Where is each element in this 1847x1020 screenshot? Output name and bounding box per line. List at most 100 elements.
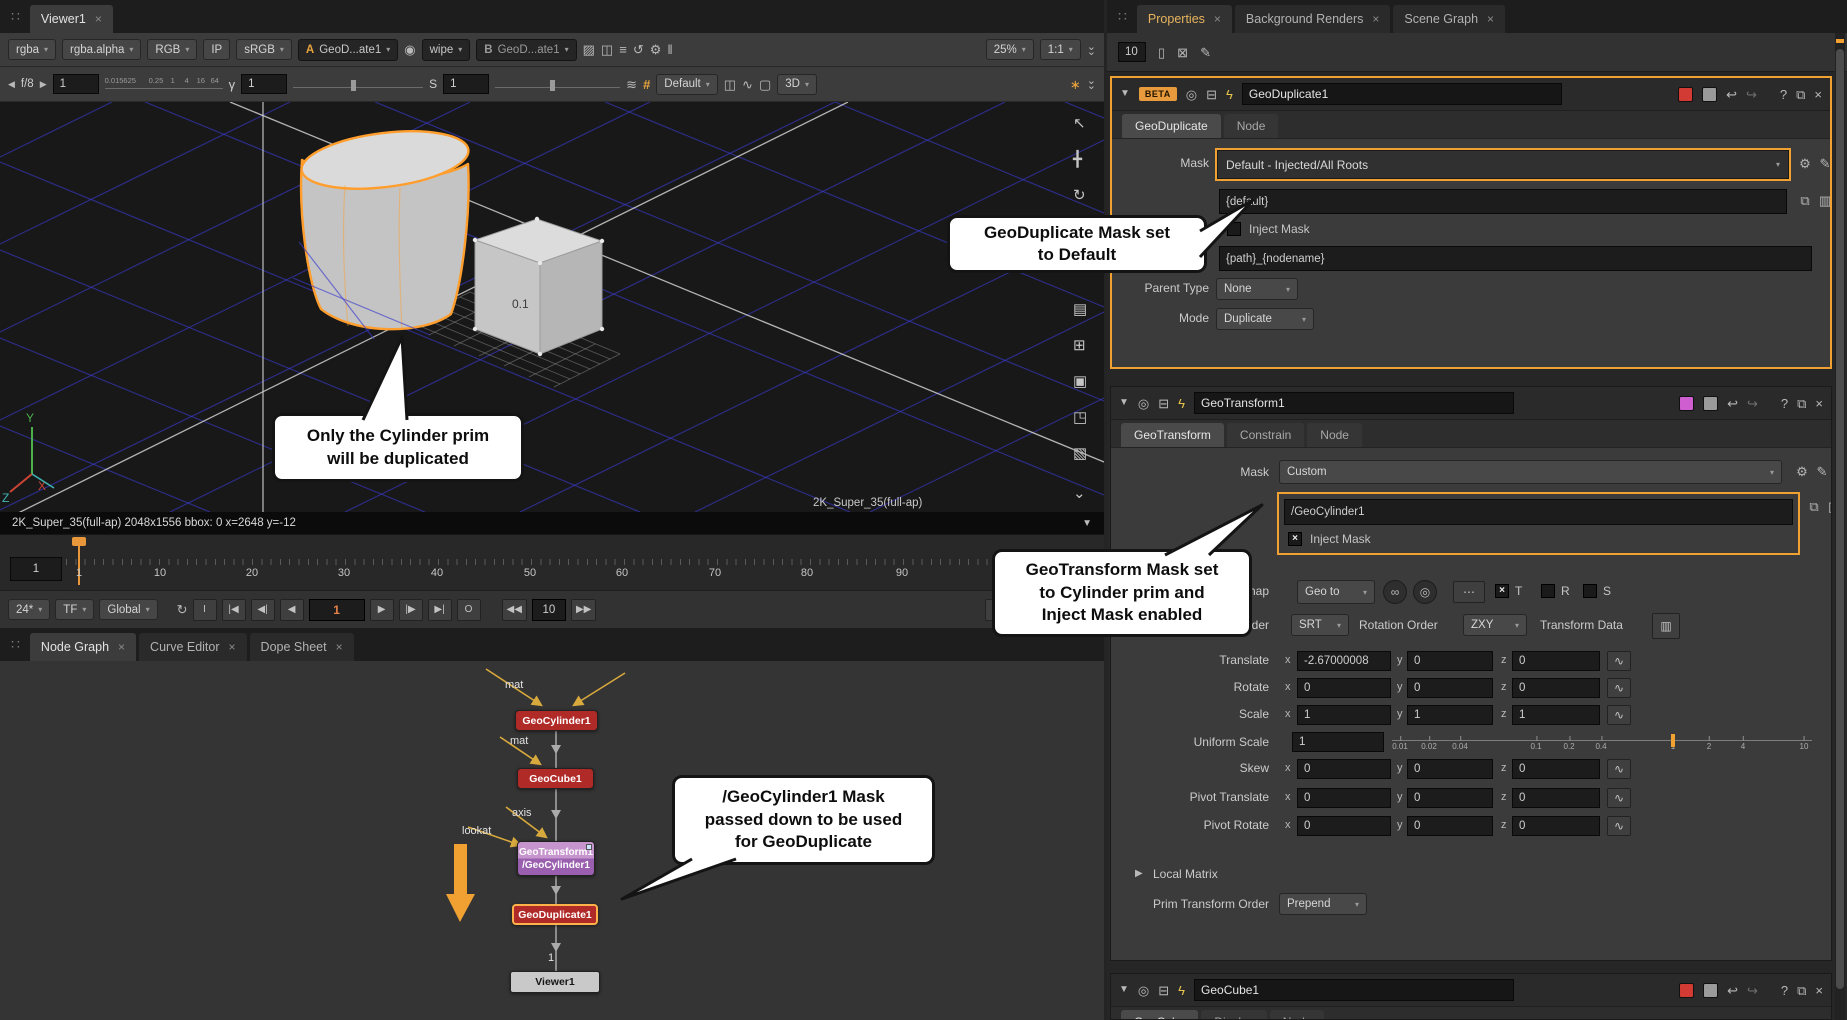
animation-curve-icon[interactable]: ∿ bbox=[1607, 816, 1631, 836]
close-icon[interactable]: × bbox=[1372, 12, 1379, 26]
node-viewer1[interactable]: Viewer1 bbox=[510, 971, 600, 993]
more-tools-icon[interactable]: ⌄ bbox=[1073, 486, 1086, 501]
unlock-icon[interactable]: ▯ bbox=[1158, 46, 1165, 59]
display-channels-dropdown[interactable]: RGB▾ bbox=[147, 39, 197, 60]
tab-node[interactable]: Node bbox=[1307, 423, 1362, 447]
local-matrix-expand-icon[interactable]: ▶ bbox=[1135, 869, 1143, 879]
grid-toggle-icon[interactable]: # bbox=[643, 78, 650, 91]
uniform-scale-slider[interactable]: 0.01 0.02 0.04 0.1 0.2 0.4 1 2 4 10 bbox=[1392, 731, 1812, 755]
node-name-field[interactable] bbox=[1194, 392, 1514, 414]
expression-icon[interactable]: ϟ bbox=[1178, 397, 1185, 410]
close-all-panels-icon[interactable]: ⊠ bbox=[1177, 46, 1188, 59]
help-icon[interactable]: ? bbox=[1781, 984, 1788, 997]
goto-start-button[interactable]: |◀ bbox=[222, 599, 246, 621]
pane-menu-icon[interactable]: ∷ bbox=[11, 8, 20, 25]
expression-icon[interactable]: ϟ bbox=[1178, 984, 1185, 997]
pivot-translate-x-input[interactable] bbox=[1297, 788, 1391, 808]
rotate-x-input[interactable] bbox=[1297, 678, 1391, 698]
float-panel-icon[interactable]: ⧉ bbox=[1797, 984, 1806, 997]
current-frame-display[interactable]: 1 bbox=[309, 599, 365, 621]
view-mode-dropdown[interactable]: 3D▾ bbox=[777, 74, 817, 95]
split-view-icon[interactable]: ◫ bbox=[601, 43, 613, 56]
input-process-toggle[interactable]: IP bbox=[203, 39, 230, 60]
skew-y-input[interactable] bbox=[1407, 759, 1493, 779]
next-stop-icon[interactable]: ▶ bbox=[40, 80, 47, 89]
gl-color-swatch[interactable] bbox=[1703, 983, 1718, 998]
gamma-input[interactable] bbox=[241, 74, 287, 94]
grid-display-icon[interactable]: ⊞ bbox=[1073, 338, 1086, 353]
scale-z-input[interactable] bbox=[1512, 705, 1600, 725]
pivot-translate-z-input[interactable] bbox=[1512, 788, 1600, 808]
info-dropdown-icon[interactable]: ▼ bbox=[1082, 518, 1092, 529]
cylinder-object[interactable] bbox=[298, 123, 471, 330]
saturation-slider[interactable] bbox=[495, 74, 620, 94]
pan-icon[interactable]: ╋ bbox=[1073, 152, 1082, 167]
copy-icon[interactable]: ⧉ bbox=[1805, 498, 1823, 516]
properties-scrollbar[interactable] bbox=[1835, 33, 1845, 1020]
redo-icon[interactable]: ↪ bbox=[1747, 984, 1758, 997]
skew-x-input[interactable] bbox=[1297, 759, 1391, 779]
redo-icon[interactable]: ↪ bbox=[1747, 397, 1758, 410]
close-icon[interactable]: × bbox=[229, 640, 236, 654]
snap-t-checkbox[interactable]: × bbox=[1495, 584, 1509, 598]
parent-type-dropdown[interactable]: None▾ bbox=[1216, 278, 1298, 300]
camera-view-icon[interactable]: ◳ bbox=[1073, 410, 1087, 425]
zoom-dropdown[interactable]: 25%▾ bbox=[986, 39, 1034, 60]
edit-mask-icon[interactable]: ✎ bbox=[1813, 463, 1831, 481]
render-settings-icon[interactable]: ⚙ bbox=[650, 43, 662, 56]
roi-icon[interactable]: ▢ bbox=[759, 78, 771, 91]
float-panel-icon[interactable]: ⧉ bbox=[1797, 397, 1806, 410]
saturation-input[interactable] bbox=[443, 74, 489, 94]
wipe-dropdown[interactable]: wipe▾ bbox=[422, 39, 471, 61]
edit-mask-icon[interactable]: ✎ bbox=[1816, 155, 1832, 173]
timeline-ruler[interactable] bbox=[66, 559, 1092, 565]
mask-expression-field[interactable] bbox=[1219, 189, 1787, 214]
scrollbar-thumb[interactable] bbox=[1836, 49, 1844, 989]
node-color-swatch[interactable] bbox=[1679, 396, 1694, 411]
prim-transform-order-dropdown[interactable]: Prepend▾ bbox=[1279, 893, 1367, 915]
inject-mask-checkbox[interactable]: × bbox=[1288, 532, 1302, 546]
prev-stop-icon[interactable]: ◀ bbox=[8, 80, 15, 89]
gamma-slider[interactable] bbox=[293, 74, 423, 94]
frame-increment-box[interactable]: 10 bbox=[532, 599, 566, 621]
gear-icon[interactable]: ⚙ bbox=[1793, 463, 1811, 481]
tab-viewer1[interactable]: Viewer1 × bbox=[30, 5, 113, 33]
scanline-icon[interactable]: ≡ bbox=[619, 43, 627, 56]
step-back-button[interactable]: ◀ bbox=[280, 599, 304, 621]
pane-menu-icon[interactable]: ∷ bbox=[11, 636, 20, 653]
help-icon[interactable]: ? bbox=[1781, 397, 1788, 410]
checker-icon[interactable]: ▨ bbox=[583, 43, 595, 56]
manage-knobs-icon[interactable]: ⊟ bbox=[1206, 88, 1217, 101]
name-pattern-field[interactable] bbox=[1219, 246, 1812, 271]
gain-input[interactable] bbox=[53, 74, 99, 94]
expression-icon[interactable]: ϟ bbox=[1226, 88, 1233, 101]
snap-target-button[interactable]: ◎ bbox=[1413, 580, 1437, 604]
b-buffer-dropdown[interactable]: BGeoD...ate1▾ bbox=[476, 39, 576, 61]
curve-overlay-icon[interactable]: ∿ bbox=[742, 78, 753, 91]
tab-geotransform[interactable]: GeoTransform bbox=[1121, 423, 1224, 447]
in-point-button[interactable]: I bbox=[193, 599, 217, 621]
close-icon[interactable]: × bbox=[1487, 12, 1494, 26]
gl-color-swatch[interactable] bbox=[1703, 396, 1718, 411]
next-keyframe-button[interactable]: |▶ bbox=[399, 599, 423, 621]
select-cursor-icon[interactable]: ↖ bbox=[1073, 116, 1086, 131]
gl-color-swatch[interactable] bbox=[1702, 87, 1717, 102]
jump-forward-button[interactable]: ▶▶ bbox=[571, 599, 596, 621]
center-node-icon[interactable]: ◎ bbox=[1138, 984, 1149, 997]
rotate-z-input[interactable] bbox=[1512, 678, 1600, 698]
viewport-3d[interactable]: 0.1 Y X Z 2K_Super_35(full-ap) ↖ ╋ ↻ ▤ ⊞… bbox=[0, 102, 1104, 512]
tab-properties[interactable]: Properties× bbox=[1137, 5, 1232, 33]
node-color-swatch[interactable] bbox=[1678, 87, 1693, 102]
tab-curve-editor[interactable]: Curve Editor× bbox=[139, 633, 247, 661]
gain-slider[interactable]: 0.015625 0.25 1 4 16 64 bbox=[105, 74, 223, 94]
layer-dropdown[interactable]: rgba▾ bbox=[8, 39, 56, 60]
animation-curve-icon[interactable]: ∿ bbox=[1607, 759, 1631, 779]
rotate-y-input[interactable] bbox=[1407, 678, 1493, 698]
tab-scene-graph[interactable]: Scene Graph× bbox=[1393, 5, 1505, 33]
slider-handle[interactable] bbox=[550, 80, 555, 91]
wireframe-icon[interactable]: ▧ bbox=[1073, 446, 1087, 461]
node-geoduplicate1[interactable]: GeoDuplicate1 bbox=[512, 904, 598, 925]
animation-curve-icon[interactable]: ∿ bbox=[1607, 678, 1631, 698]
skew-z-input[interactable] bbox=[1512, 759, 1600, 779]
node-name-field[interactable] bbox=[1242, 83, 1562, 105]
